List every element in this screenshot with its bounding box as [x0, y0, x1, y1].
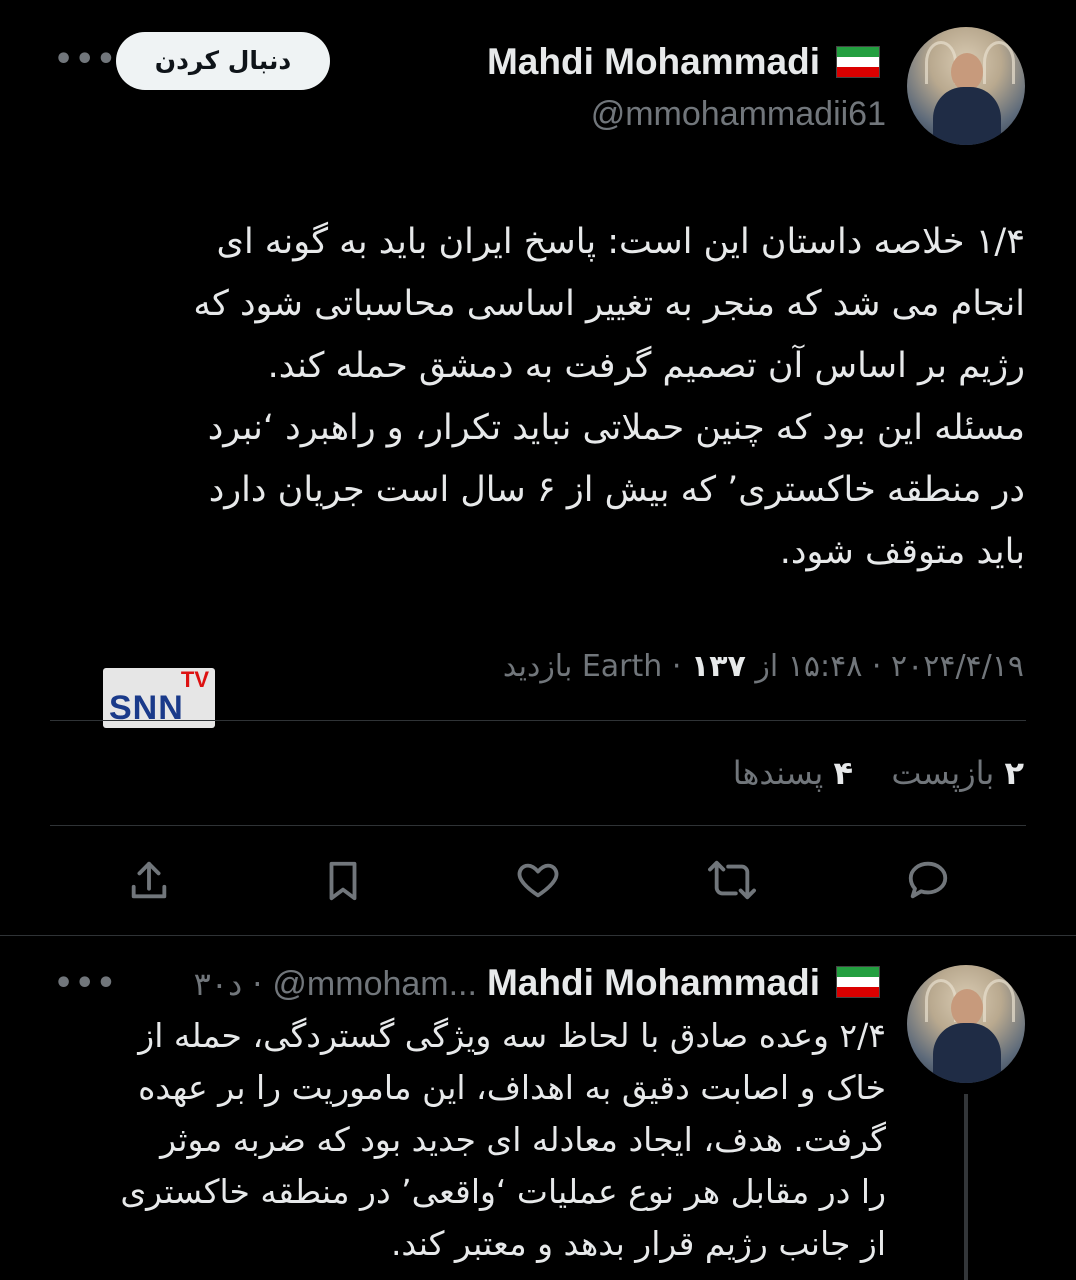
snn-tv-logo: TV SNN — [103, 668, 215, 728]
thread-line — [964, 1094, 968, 1280]
share-icon[interactable] — [126, 858, 172, 904]
like-icon[interactable] — [514, 857, 562, 903]
likes-stat[interactable]: ۴ پسندها — [733, 754, 853, 792]
iran-flag-icon — [836, 46, 880, 78]
author-handle[interactable]: @mmohammadii61 — [591, 92, 886, 136]
tweet-meta: ۲۰۲۴/۴/۱۹ · ۱۵:۴۸ از Earth · ۱۳۷ بازدید — [502, 649, 1024, 684]
author-avatar[interactable] — [907, 27, 1025, 145]
author-name[interactable]: Mahdi Mohammadi — [487, 40, 820, 84]
reply-icon[interactable] — [903, 857, 953, 903]
divider — [0, 935, 1076, 936]
views-label: بازدید — [502, 649, 573, 684]
reply-more-icon[interactable]: ••• — [54, 966, 118, 1002]
iran-flag-icon — [836, 966, 880, 998]
divider — [50, 825, 1026, 826]
retweet-icon[interactable] — [705, 857, 759, 903]
reply-text: ۲/۴ وعده صادق با لحاظ سه ویژگی گستردگی، … — [120, 1016, 886, 1263]
divider — [50, 720, 1026, 721]
tweet-stats: ۲ بازپست ۴ پسندها — [733, 750, 1024, 796]
tweet-time[interactable]: ۱۵:۴۸ — [788, 649, 863, 684]
views-count: ۱۳۷ — [690, 649, 746, 684]
more-icon[interactable]: ••• — [54, 42, 118, 78]
reposts-stat[interactable]: ۲ بازپست — [881, 754, 1024, 792]
bookmark-icon[interactable] — [320, 856, 366, 906]
tweet-date[interactable]: ۲۰۲۴/۴/۱۹ — [891, 649, 1024, 684]
follow-button[interactable]: دنبال کردن — [116, 32, 330, 90]
reply-author-handle[interactable]: @mmoham... — [272, 961, 477, 1007]
tweet-text: ۱/۴ خلاصه داستان این است: پاسخ ایران بای… — [193, 222, 1025, 572]
reply-header: ۳۰د · @mmoham... Mahdi Mohammadi — [194, 960, 820, 1007]
reply-time[interactable]: ۳۰د — [194, 961, 243, 1007]
reply-author-name[interactable]: Mahdi Mohammadi — [487, 960, 820, 1006]
reply-author-avatar[interactable] — [907, 965, 1025, 1083]
tweet-source: از Earth — [581, 649, 779, 684]
